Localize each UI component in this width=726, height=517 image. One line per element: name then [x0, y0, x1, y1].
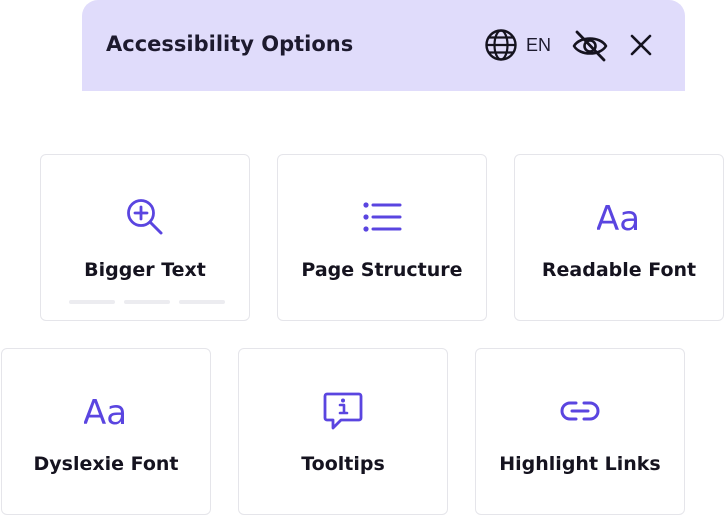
level-step-1 [69, 300, 115, 304]
readable-font-card[interactable]: Aa Readable Font [514, 154, 724, 321]
tooltips-label: Tooltips [301, 453, 385, 475]
level-step-2 [124, 300, 170, 304]
list-icon [363, 202, 402, 232]
font-aa-icon: Aa [597, 199, 640, 239]
bigger-text-label: Bigger Text [84, 259, 206, 281]
panel-header: Accessibility Options EN [82, 0, 685, 91]
font-aa-icon: Aa [84, 393, 127, 433]
level-step-3 [179, 300, 225, 304]
level-indicator [69, 300, 225, 304]
page-structure-card[interactable]: Page Structure [277, 154, 487, 321]
tooltip-info-icon [323, 392, 363, 430]
dyslexie-font-card[interactable]: Aa Dyslexie Font [1, 348, 211, 515]
svg-text:Aa: Aa [597, 199, 640, 239]
bigger-text-card[interactable]: Bigger Text [40, 154, 250, 321]
link-icon [560, 401, 600, 421]
accessibility-panel: Accessibility Options EN Bigger Text Pag… [0, 0, 726, 517]
globe-icon[interactable] [483, 27, 519, 63]
svg-text:Aa: Aa [84, 393, 127, 433]
close-icon[interactable] [628, 32, 654, 58]
page-structure-label: Page Structure [301, 259, 463, 281]
dyslexie-font-label: Dyslexie Font [33, 453, 179, 475]
highlight-links-label: Highlight Links [499, 453, 661, 475]
eye-off-icon[interactable] [571, 28, 609, 64]
language-selector[interactable]: EN [526, 35, 551, 56]
panel-title: Accessibility Options [106, 32, 354, 56]
zoom-in-icon [127, 199, 163, 235]
readable-font-label: Readable Font [541, 259, 697, 281]
tooltips-card[interactable]: Tooltips [238, 348, 448, 515]
highlight-links-card[interactable]: Highlight Links [475, 348, 685, 515]
